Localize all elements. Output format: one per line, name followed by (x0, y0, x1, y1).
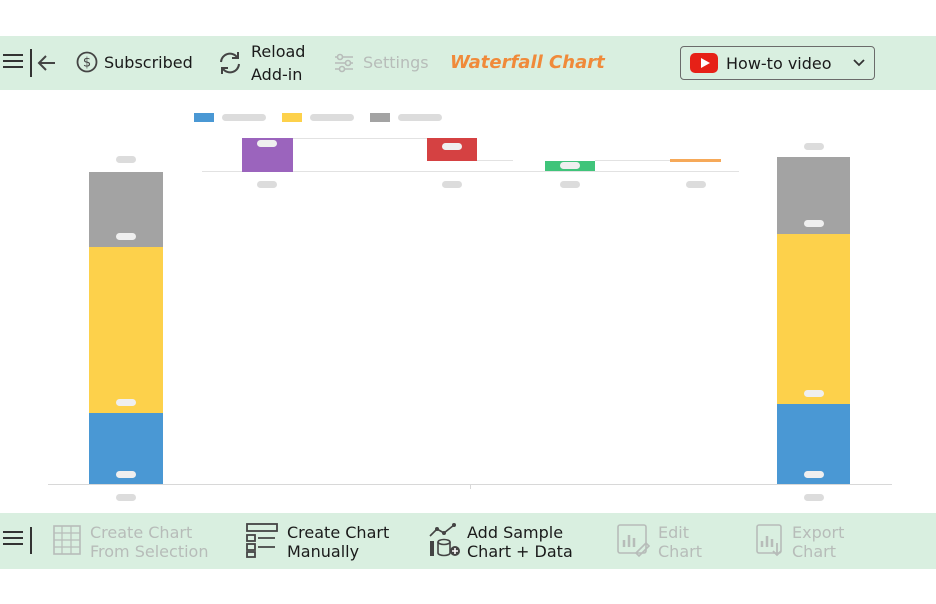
form-icon (246, 523, 278, 558)
data-label-placeholder (116, 471, 136, 478)
edit-chart-icon (617, 524, 650, 557)
toolbar-divider (30, 49, 32, 77)
reload-label-line1: Reload (251, 42, 306, 61)
subscribed-label: Subscribed (104, 53, 193, 72)
chevron-down-icon (853, 59, 865, 67)
create-from-selection-button[interactable]: Create Chart From Selection (90, 523, 208, 561)
legend-label-placeholder (222, 114, 266, 121)
export-chart-icon (756, 524, 782, 557)
connector-line (595, 160, 670, 161)
legend-swatch-gray (370, 113, 390, 122)
legend-label-placeholder (398, 114, 442, 121)
data-label-placeholder (560, 162, 580, 169)
create-manually-button[interactable]: Create Chart Manually (287, 523, 389, 561)
bar-end-yellow (777, 234, 850, 404)
menu-icon[interactable] (3, 527, 23, 549)
data-label-placeholder (804, 220, 824, 227)
data-label-placeholder (804, 390, 824, 397)
axis-label-placeholder (686, 181, 706, 188)
data-label-placeholder (116, 156, 136, 163)
sliders-icon (335, 53, 353, 73)
add-sample-chart-button[interactable]: Add Sample Chart + Data (467, 523, 573, 561)
create-from-selection-line1: Create Chart (90, 523, 193, 542)
bar-step-orange (670, 159, 721, 162)
add-sample-line2: Chart + Data (467, 542, 573, 561)
axis-label-placeholder (116, 494, 136, 501)
legend-swatch-yellow (282, 113, 302, 122)
toolbar-divider (30, 527, 32, 554)
create-from-selection-line2: From Selection (90, 542, 209, 561)
data-label-placeholder (804, 143, 824, 150)
legend-label-placeholder (310, 114, 354, 121)
bar-start-yellow (89, 247, 163, 413)
edit-chart-line1: Edit (658, 523, 689, 542)
svg-text:$: $ (83, 56, 91, 71)
create-manually-line1: Create Chart (287, 523, 390, 542)
export-chart-line1: Export (792, 523, 845, 542)
reload-label-line2: Add-in (251, 65, 303, 84)
data-label-placeholder (116, 399, 136, 406)
axis-tick (470, 484, 471, 489)
how-to-video-label: How-to video (726, 53, 832, 73)
data-label-placeholder (442, 143, 462, 150)
data-label-placeholder (804, 471, 824, 478)
dollar-circle-icon: $ (76, 51, 98, 73)
reload-addin-button[interactable]: Reload Add-in (251, 42, 305, 85)
add-sample-line1: Add Sample (467, 523, 564, 542)
menu-icon[interactable] (3, 50, 23, 72)
edit-chart-line2: Chart (658, 542, 702, 561)
subscribed-button[interactable]: Subscribed (104, 53, 193, 73)
settings-button[interactable]: Settings (363, 53, 429, 73)
axis-label-placeholder (257, 181, 277, 188)
back-arrow-icon[interactable] (36, 52, 58, 74)
legend-swatch-blue (194, 113, 214, 122)
how-to-video-dropdown[interactable]: How-to video (680, 46, 875, 80)
edit-chart-button[interactable]: Edit Chart (658, 523, 702, 561)
refresh-icon[interactable] (216, 49, 244, 77)
axis-label-placeholder (442, 181, 462, 188)
axis-label-placeholder (804, 494, 824, 501)
settings-label: Settings (363, 53, 429, 72)
create-manually-line2: Manually (287, 542, 360, 561)
data-label-placeholder (257, 140, 277, 147)
app-title: Waterfall Chart (450, 52, 605, 73)
waterfall-chart-preview[interactable] (0, 92, 936, 512)
chart-database-icon (429, 523, 460, 557)
spreadsheet-icon (53, 525, 81, 555)
data-label-placeholder (116, 233, 136, 240)
connector-line (293, 138, 427, 139)
axis-label-placeholder (560, 181, 580, 188)
connector-line (477, 160, 513, 161)
export-chart-button[interactable]: Export Chart (792, 523, 844, 561)
youtube-icon (690, 53, 718, 73)
export-chart-line2: Chart (792, 542, 836, 561)
